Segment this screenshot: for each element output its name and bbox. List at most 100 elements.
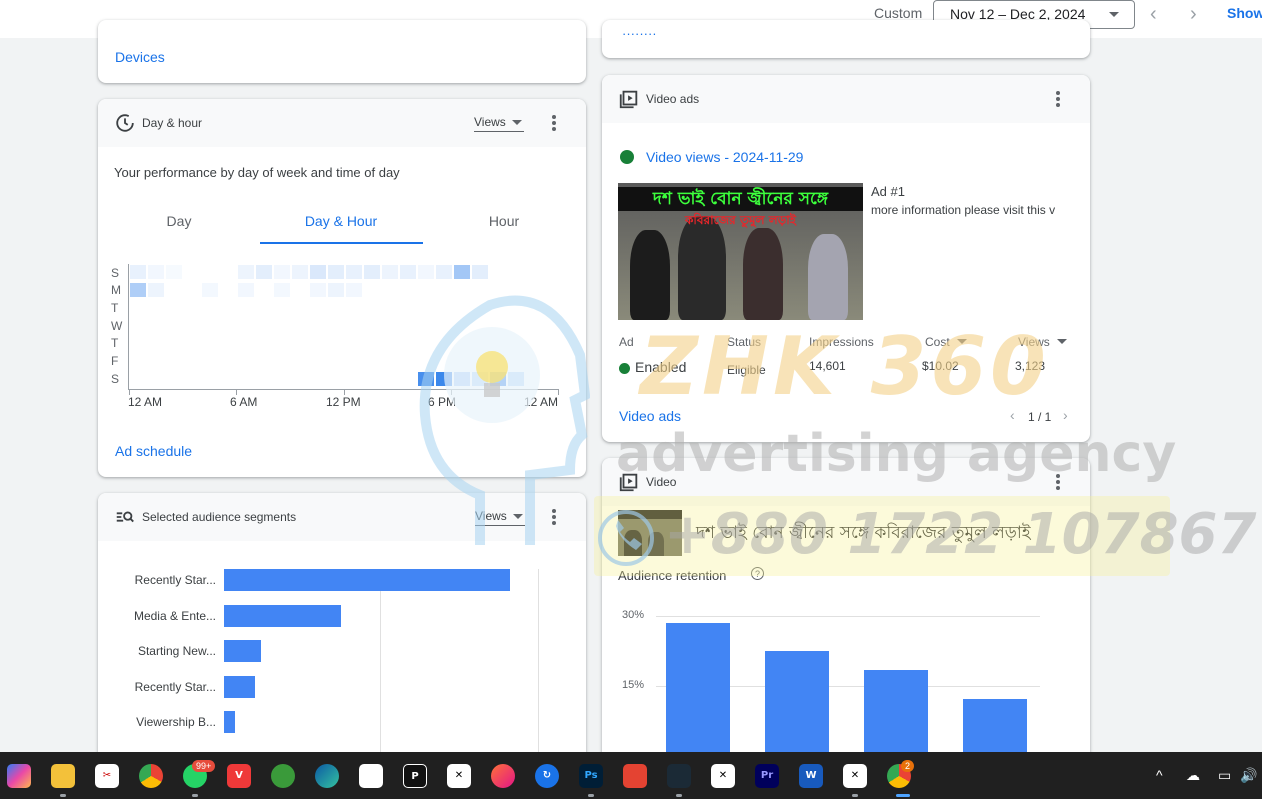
heatmap-cell[interactable] [490, 372, 506, 386]
heatmap-cell[interactable] [202, 283, 218, 297]
heatmap-cell[interactable] [130, 283, 146, 297]
word-icon[interactable]: W [799, 764, 823, 788]
card-header: Video [602, 458, 1090, 506]
heatmap-cell[interactable] [166, 265, 182, 279]
heatmap-cell[interactable] [292, 265, 308, 279]
photoshop-icon[interactable]: Ps [579, 764, 603, 788]
more-options-icon[interactable] [1056, 474, 1060, 490]
heatmap-cell[interactable] [346, 283, 362, 297]
heatmap-cell[interactable] [454, 265, 470, 279]
heatmap-cell[interactable] [382, 265, 398, 279]
segment-bar[interactable] [224, 640, 262, 662]
pager-prev-chevron-icon[interactable]: ‹ [1010, 407, 1015, 423]
ad-schedule-link[interactable]: Ad schedule [115, 443, 192, 459]
ad-thumbnail[interactable]: দশ ভাই বোন জ্বীনের সঙ্গে কবিরাজের তুমুল … [618, 183, 863, 320]
segment-label: Starting New... [137, 644, 216, 658]
retention-bar[interactable] [864, 669, 928, 756]
pixellab-icon[interactable]: P [403, 764, 427, 788]
heatmap-cell[interactable] [418, 372, 434, 386]
snipping-tool-icon[interactable]: ✂ [95, 764, 119, 788]
heatmap-cell[interactable] [238, 283, 254, 297]
heatmap-cell[interactable] [328, 283, 344, 297]
heatmap-cell[interactable] [364, 265, 380, 279]
column-header-views[interactable]: Views [1018, 335, 1068, 349]
heatmap-cell[interactable] [148, 283, 164, 297]
map-app-icon[interactable] [271, 764, 295, 788]
anydesk-icon[interactable] [623, 764, 647, 788]
heatmap-cell[interactable] [274, 265, 290, 279]
heatmap-cell[interactable] [436, 265, 452, 279]
more-options-icon[interactable] [552, 115, 556, 131]
heatmap-cell[interactable] [472, 265, 488, 279]
show-hidden-icons-chevron-icon[interactable]: ^ [1156, 767, 1163, 783]
edge-icon[interactable] [315, 764, 339, 788]
previous-period-chevron-icon[interactable]: ‹ [1150, 3, 1157, 26]
video-thumbnail[interactable] [618, 510, 682, 556]
premiere-pro-icon[interactable]: Pr [755, 764, 779, 788]
capcut-icon[interactable]: ✕ [447, 764, 471, 788]
capcut-icon[interactable]: ✕ [711, 764, 735, 788]
heatmap-cell[interactable] [400, 265, 416, 279]
hour-label: 12 PM [326, 395, 361, 409]
vivaldi-icon[interactable]: V [227, 764, 251, 788]
heatmap-cell[interactable] [130, 265, 146, 279]
cut-off-link[interactable]: ········ [622, 26, 712, 38]
retention-bar[interactable] [666, 623, 730, 756]
help-icon[interactable]: ? [751, 567, 764, 580]
heatmap-cell[interactable] [238, 265, 254, 279]
sync-app-icon[interactable]: ↻ [535, 764, 559, 788]
taskbar: ✂ 99+ V P ✕ ↻ Ps ✕ Pr W ✕ 2 ^ ☁ ▭ 🔊 [0, 752, 1262, 799]
volume-icon[interactable]: 🔊 [1240, 767, 1257, 784]
heatmap-cell[interactable] [436, 372, 452, 386]
heatmap-cell[interactable] [148, 265, 164, 279]
card-header: Video ads [602, 75, 1090, 123]
heatmap-cell[interactable] [310, 265, 326, 279]
cloud-sync-icon[interactable]: ☁ [1186, 767, 1200, 784]
chevron-down-icon [511, 120, 522, 125]
column-header-impressions[interactable]: Impressions [809, 335, 874, 349]
devices-card: Devices [98, 20, 586, 83]
devices-link[interactable]: Devices [115, 49, 165, 65]
segment-bar[interactable] [224, 604, 342, 627]
next-period-chevron-icon[interactable]: › [1190, 3, 1197, 26]
copilot-icon[interactable] [7, 764, 31, 788]
display-icon[interactable]: ▭ [1218, 767, 1231, 784]
more-options-icon[interactable] [1056, 91, 1060, 107]
tab-hour[interactable]: Hour [423, 213, 585, 229]
heatmap-cell[interactable] [508, 372, 524, 386]
filmora-icon[interactable] [667, 764, 691, 788]
metric-dropdown[interactable]: Views [475, 509, 525, 526]
heatmap-cell[interactable] [310, 283, 326, 297]
heatmap-cell[interactable] [418, 265, 434, 279]
chrome-icon[interactable] [139, 764, 163, 788]
tab-day[interactable]: Day [98, 213, 260, 229]
file-explorer-icon[interactable] [51, 764, 75, 788]
retention-bar[interactable] [765, 651, 829, 756]
pager-next-chevron-icon[interactable]: › [1063, 407, 1068, 423]
segment-bar[interactable] [224, 711, 236, 733]
heatmap-cell[interactable] [274, 283, 290, 297]
gridline [656, 616, 1040, 617]
capcut-icon[interactable]: ✕ [843, 764, 867, 788]
tab-day-hour[interactable]: Day & Hour [260, 213, 422, 229]
microsoft-store-icon[interactable] [359, 764, 383, 788]
heatmap-cell[interactable] [472, 372, 488, 386]
heatmap-cell[interactable] [256, 265, 272, 279]
day-label: S [111, 372, 120, 386]
video-ads-link[interactable]: Video ads [619, 408, 681, 424]
column-header-cost[interactable]: Cost [925, 335, 968, 349]
segment-bar[interactable] [224, 675, 256, 698]
heatmap-cell[interactable] [328, 265, 344, 279]
metric-dropdown[interactable]: Views [474, 115, 524, 132]
pager-text: 1 / 1 [1028, 410, 1052, 424]
firefox-icon[interactable] [491, 764, 515, 788]
heatmap-cell[interactable] [346, 265, 362, 279]
campaign-link[interactable]: Video views - 2024-11-29 [646, 149, 803, 165]
video-title[interactable]: দশ ভাই বোন জ্বীনের সঙ্গে কবিরাজের তুমুল … [696, 520, 1031, 548]
show-link[interactable]: Show [1227, 5, 1262, 21]
cost-label: Cost [925, 335, 950, 349]
heatmap-cell[interactable] [454, 372, 470, 386]
segment-bar[interactable] [224, 569, 510, 591]
retention-bar[interactable] [963, 698, 1027, 756]
more-options-icon[interactable] [552, 509, 556, 525]
